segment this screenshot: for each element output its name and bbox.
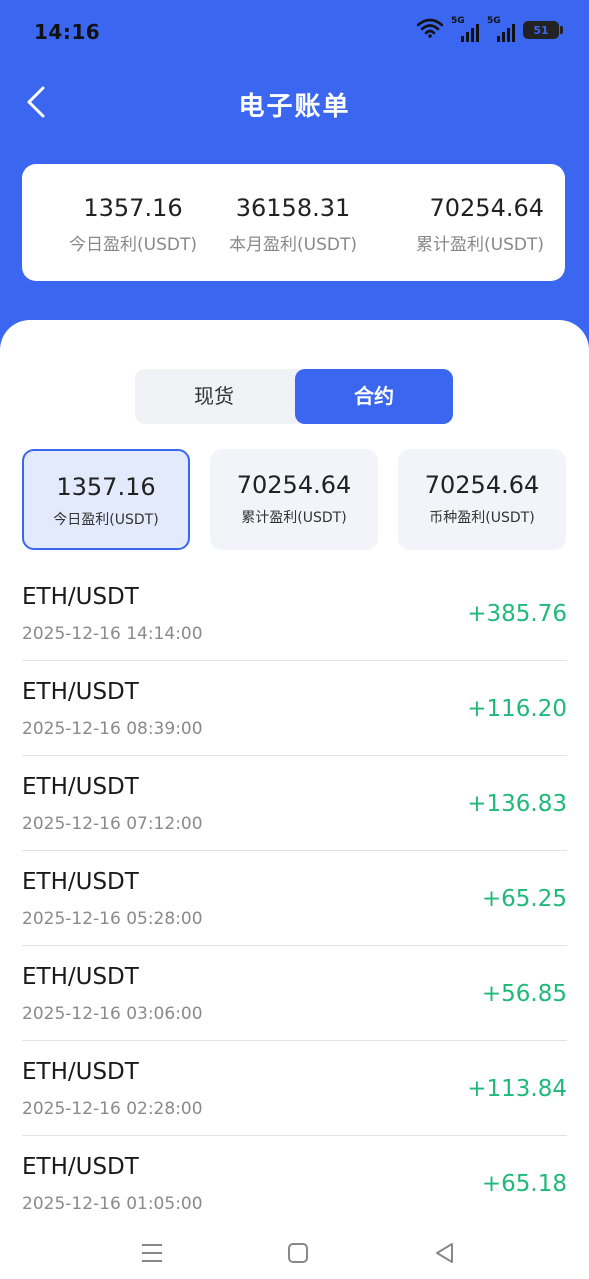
status-time: 14:16 <box>34 20 101 44</box>
list-item[interactable]: ETH/USDT 2025-12-16 07:12:00 +136.83 <box>22 756 567 851</box>
back-triangle-icon <box>436 1243 453 1263</box>
summary-total-value: 70254.64 <box>429 194 544 222</box>
record-pair: ETH/USDT <box>22 679 139 705</box>
list-item[interactable]: ETH/USDT 2025-12-16 01:05:00 +65.18 <box>22 1136 567 1231</box>
stat-total-label: 累计盈利(USDT) <box>241 510 347 526</box>
list-item[interactable]: ETH/USDT 2025-12-16 03:06:00 +56.85 <box>22 946 567 1041</box>
summary-month-value: 36158.31 <box>235 194 351 222</box>
stat-today-value: 1357.16 <box>56 473 156 501</box>
list-item[interactable]: ETH/USDT 2025-12-16 14:14:00 +385.76 <box>22 566 567 661</box>
list-item[interactable]: ETH/USDT 2025-12-16 02:28:00 +113.84 <box>22 1041 567 1136</box>
main-panel: 现货 合约 1357.16 今日盈利(USDT) 70254.64 累计盈利(U… <box>0 320 589 1279</box>
record-time: 2025-12-16 03:06:00 <box>22 1004 203 1024</box>
summary-today: 1357.16 今日盈利(USDT) <box>58 194 208 255</box>
summary-today-label: 今日盈利(USDT) <box>69 235 197 255</box>
summary-month: 36158.31 本月盈利(USDT) <box>218 194 368 255</box>
list-item[interactable]: ETH/USDT 2025-12-16 08:39:00 +116.20 <box>22 661 567 756</box>
signal-icon: 5G <box>487 16 515 42</box>
stat-total-value: 70254.64 <box>236 471 352 499</box>
summary-card: 1357.16 今日盈利(USDT) 36158.31 本月盈利(USDT) 7… <box>22 164 565 281</box>
home-button[interactable] <box>278 1240 318 1270</box>
stat-today-label: 今日盈利(USDT) <box>53 512 159 528</box>
record-pair: ETH/USDT <box>22 869 139 895</box>
record-time: 2025-12-16 14:14:00 <box>22 624 203 644</box>
record-amount: +385.76 <box>467 601 567 627</box>
status-icons: 5G 5G 51 <box>416 16 563 42</box>
header: 电子账单 <box>0 64 589 144</box>
stat-card-today[interactable]: 1357.16 今日盈利(USDT) <box>22 449 190 550</box>
record-time: 2025-12-16 07:12:00 <box>22 814 203 834</box>
battery-icon: 51 <box>523 21 563 39</box>
record-time: 2025-12-16 08:39:00 <box>22 719 203 739</box>
record-amount: +116.20 <box>467 696 567 722</box>
summary-total-label: 累计盈利(USDT) <box>416 235 544 255</box>
summary-today-value: 1357.16 <box>83 194 183 222</box>
record-pair: ETH/USDT <box>22 1154 139 1180</box>
tab-contract[interactable]: 合约 <box>295 369 453 424</box>
record-time: 2025-12-16 01:05:00 <box>22 1194 203 1214</box>
summary-total: 70254.64 累计盈利(USDT) <box>394 194 544 255</box>
record-time: 2025-12-16 05:28:00 <box>22 909 203 929</box>
home-square-icon <box>288 1243 308 1263</box>
record-amount: +136.83 <box>467 791 567 817</box>
record-pair: ETH/USDT <box>22 774 139 800</box>
record-pair: ETH/USDT <box>22 964 139 990</box>
page-title: 电子账单 <box>238 92 351 122</box>
system-nav-bar <box>0 1240 589 1279</box>
stat-coin-label: 币种盈利(USDT) <box>429 510 535 526</box>
wifi-icon <box>416 18 444 42</box>
back-nav-button[interactable] <box>425 1240 465 1270</box>
stat-card-total[interactable]: 70254.64 累计盈利(USDT) <box>210 449 378 550</box>
list-item[interactable]: ETH/USDT 2025-12-16 05:28:00 +65.25 <box>22 851 567 946</box>
record-amount: +113.84 <box>467 1076 567 1102</box>
menu-button[interactable] <box>132 1240 172 1270</box>
signal-icon: 5G <box>451 16 479 42</box>
menu-icon <box>142 1244 162 1262</box>
record-amount: +65.25 <box>481 886 567 912</box>
record-amount: +56.85 <box>481 981 567 1007</box>
tab-spot[interactable]: 现货 <box>135 369 293 424</box>
tab-segment: 现货 合约 <box>135 369 453 424</box>
record-pair: ETH/USDT <box>22 584 139 610</box>
status-bar: 14:16 5G 5G 51 <box>0 0 589 64</box>
record-pair: ETH/USDT <box>22 1059 139 1085</box>
screen: 14:16 5G 5G 51 电子账单 1357.16 今日盈利(USDT) 3… <box>0 0 589 1279</box>
record-list: ETH/USDT 2025-12-16 14:14:00 +385.76 ETH… <box>22 566 567 1231</box>
stat-coin-value: 70254.64 <box>424 471 540 499</box>
summary-month-label: 本月盈利(USDT) <box>229 235 357 255</box>
record-amount: +65.18 <box>481 1171 567 1197</box>
record-time: 2025-12-16 02:28:00 <box>22 1099 203 1119</box>
stat-card-coin[interactable]: 70254.64 币种盈利(USDT) <box>398 449 566 550</box>
